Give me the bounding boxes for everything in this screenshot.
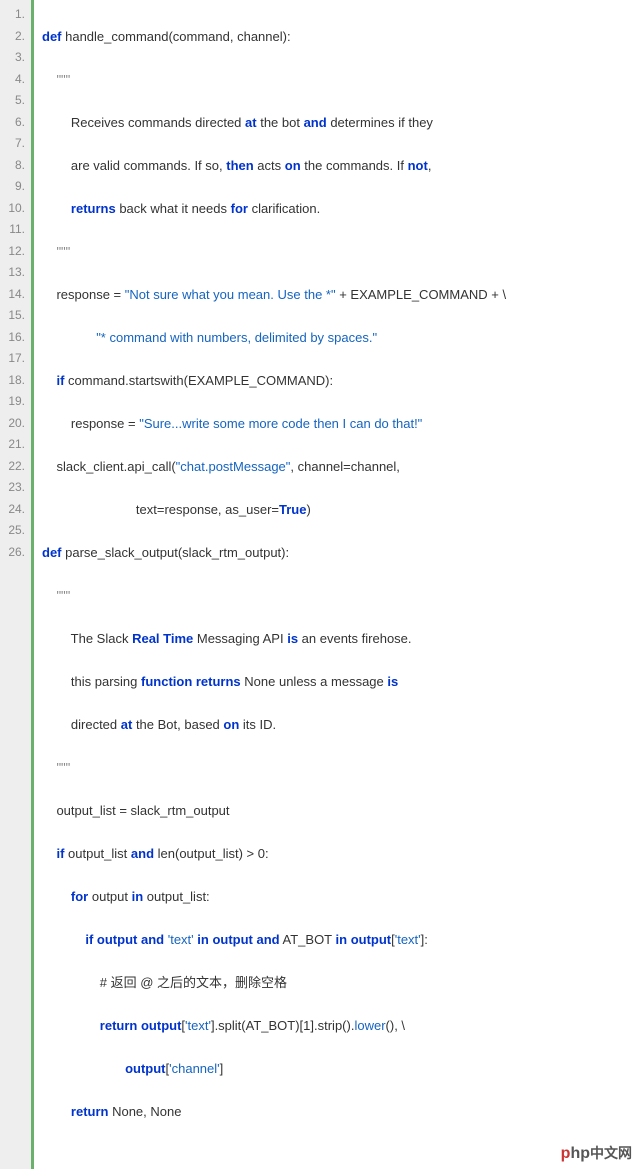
code-line: response = "Not sure what you mean. Use …: [42, 284, 506, 306]
code-line: if output_list and len(output_list) > 0:: [42, 843, 506, 865]
code-line: def handle_command(command, channel):: [42, 26, 506, 48]
line-number: 17.: [4, 348, 25, 370]
line-number: 24.: [4, 499, 25, 521]
code-line: for output in output_list:: [42, 886, 506, 908]
code-line: return None, None: [42, 1101, 506, 1123]
line-number: 14.: [4, 284, 25, 306]
line-number: 25.: [4, 520, 25, 542]
code-line: "* command with numbers, delimited by sp…: [42, 327, 506, 349]
line-number: 21.: [4, 434, 25, 456]
code-line: text=response, as_user=True): [42, 499, 506, 521]
line-number-gutter: 1.2.3.4.5.6.7.8.9.10.11.12.13.14.15.16.1…: [0, 0, 34, 1169]
code-line: response = "Sure...write some more code …: [42, 413, 506, 435]
code-line: slack_client.api_call("chat.postMessage"…: [42, 456, 506, 478]
watermark-hp: hp: [570, 1145, 590, 1162]
code-line: output['channel']: [42, 1058, 506, 1080]
code-line: return output['text'].split(AT_BOT)[1].s…: [42, 1015, 506, 1037]
line-number: 23.: [4, 477, 25, 499]
code-line: """: [42, 241, 506, 263]
line-number: 8.: [4, 155, 25, 177]
code-line: """: [42, 757, 506, 779]
code-line: """: [42, 69, 506, 91]
line-number: 9.: [4, 176, 25, 198]
line-number: 6.: [4, 112, 25, 134]
line-number: 4.: [4, 69, 25, 91]
code-line: if output and 'text' in output and AT_BO…: [42, 929, 506, 951]
code-content: def handle_command(command, channel): ""…: [34, 0, 514, 1169]
code-line: returns back what it needs for clarifica…: [42, 198, 506, 220]
line-number: 12.: [4, 241, 25, 263]
line-number: 1.: [4, 4, 25, 26]
line-number: 26.: [4, 542, 25, 564]
code-line: # 返回 @ 之后的文本，删除空格: [42, 972, 506, 994]
line-number: 13.: [4, 262, 25, 284]
watermark-logo: php中文网: [561, 1143, 632, 1163]
code-line: def parse_slack_output(slack_rtm_output)…: [42, 542, 506, 564]
code-block: 1.2.3.4.5.6.7.8.9.10.11.12.13.14.15.16.1…: [0, 0, 640, 1169]
line-number: 20.: [4, 413, 25, 435]
code-line: directed at the Bot, based on its ID.: [42, 714, 506, 736]
code-line: are valid commands. If so, then acts on …: [42, 155, 506, 177]
code-line: The Slack Real Time Messaging API is an …: [42, 628, 506, 650]
line-number: 10.: [4, 198, 25, 220]
code-line: this parsing function returns None unles…: [42, 671, 506, 693]
code-line: output_list = slack_rtm_output: [42, 800, 506, 822]
line-number: 3.: [4, 47, 25, 69]
watermark-cn: 中文网: [590, 1145, 632, 1161]
line-number: 2.: [4, 26, 25, 48]
line-number: 19.: [4, 391, 25, 413]
line-number: 7.: [4, 133, 25, 155]
code-line: if command.startswith(EXAMPLE_COMMAND):: [42, 370, 506, 392]
code-line: Receives commands directed at the bot an…: [42, 112, 506, 134]
line-number: 16.: [4, 327, 25, 349]
line-number: 22.: [4, 456, 25, 478]
line-number: 15.: [4, 305, 25, 327]
line-number: 11.: [4, 219, 25, 241]
watermark-p: p: [561, 1145, 571, 1162]
line-number: 5.: [4, 90, 25, 112]
line-number: 18.: [4, 370, 25, 392]
